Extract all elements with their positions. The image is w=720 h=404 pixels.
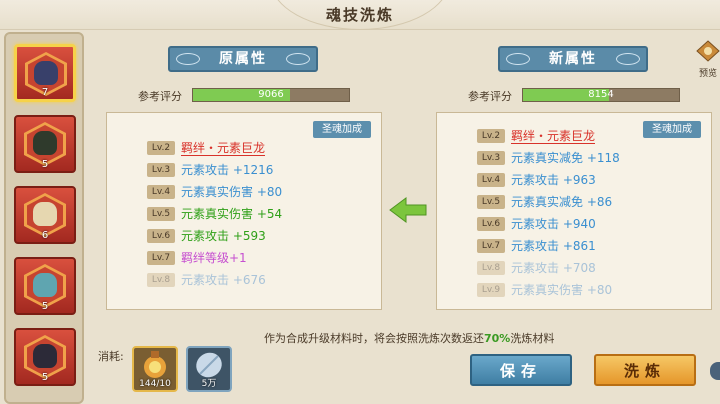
level-badge: Lv.8 [477, 260, 505, 275]
attribute-row: Lv.4 元素真实伤害 +80 [147, 183, 282, 201]
attribute-text: 羁绊等级+1 [181, 251, 247, 265]
attribute-row: Lv.6 元素攻击 +940 [477, 215, 596, 233]
attribute-row: Lv.8 元素攻击 +708 [477, 259, 596, 277]
attribute-row: Lv.6 元素攻击 +593 [147, 227, 266, 245]
level-badge: Lv.2 [147, 140, 175, 155]
level-badge: Lv.5 [147, 206, 175, 221]
attribute-text: 元素攻击 +676 [181, 273, 266, 287]
hero-avatar [33, 131, 57, 155]
hero-level: 5 [41, 301, 49, 312]
new-attributes-panel[interactable]: 圣魂加成 Lv.2 羁绊・元素巨龙 Lv.3 元素真实减免 +118 Lv.4 元素攻击 … [436, 112, 712, 310]
level-badge: Lv.4 [477, 172, 505, 187]
attribute-text: 元素攻击 +963 [511, 173, 596, 187]
page-title: 魂技洗炼 [325, 6, 394, 24]
original-score-bar: 9066 [192, 88, 350, 102]
attribute-text: 元素真实伤害 +54 [181, 207, 283, 221]
transfer-arrow-icon [389, 197, 427, 223]
refine-button[interactable]: 洗炼 [594, 354, 696, 386]
level-badge: Lv.3 [147, 162, 175, 177]
attribute-text: 元素攻击 +1216 [181, 163, 274, 177]
level-badge: Lv.3 [477, 150, 505, 165]
hero-level: 5 [41, 372, 49, 383]
refine-material-item[interactable]: 144/10 [132, 346, 178, 392]
attribute-text: 元素真实减免 +86 [511, 195, 613, 209]
attribute-text: 元素真实伤害 +80 [511, 283, 613, 297]
preview-button[interactable]: 预览 [696, 40, 720, 79]
level-badge: Lv.8 [147, 272, 175, 287]
level-badge: Lv.2 [477, 128, 505, 143]
new-score-value: 8154 [588, 89, 614, 100]
ornament-icon [616, 53, 640, 65]
level-badge: Lv.4 [147, 184, 175, 199]
attribute-row: Lv.5 元素真实伤害 +54 [147, 205, 282, 223]
original-attributes-header: 原属性 [168, 46, 318, 72]
attribute-row: Lv.8 元素攻击 +676 [147, 271, 266, 289]
hero-roster: 7 5 6 5 5 [4, 32, 84, 404]
attribute-row: Lv.9 元素真实伤害 +80 [477, 281, 612, 299]
level-badge: Lv.7 [147, 250, 175, 265]
new-attributes-header: 新属性 [498, 46, 648, 72]
level-badge: Lv.6 [477, 216, 505, 231]
hero-slot[interactable]: 6 [14, 186, 76, 244]
score-label: 参考评分 [468, 90, 512, 103]
preview-icon [696, 40, 720, 62]
soul-bonus-button[interactable]: 圣魂加成 [313, 121, 371, 138]
attribute-row: Lv.5 元素真实减免 +86 [477, 193, 612, 211]
hero-level: 5 [41, 159, 49, 170]
original-score-value: 9066 [258, 89, 284, 100]
attribute-row: Lv.3 元素攻击 +1216 [147, 161, 273, 179]
attribute-text: 元素攻击 +940 [511, 217, 596, 231]
top-bar: 魂技洗炼 [0, 0, 720, 30]
ornament-icon [286, 53, 310, 65]
save-button[interactable]: 保存 [470, 354, 572, 386]
attribute-text: 元素攻击 +861 [511, 239, 596, 253]
new-score-bar: 8154 [522, 88, 680, 102]
hero-avatar [33, 202, 57, 226]
hero-slot[interactable]: 5 [14, 328, 76, 386]
currency-item[interactable]: 5万 [186, 346, 232, 392]
level-badge: Lv.5 [477, 194, 505, 209]
soul-bonus-button[interactable]: 圣魂加成 [643, 121, 701, 138]
original-attributes-panel[interactable]: 圣魂加成 Lv.2 羁绊・元素巨龙 Lv.3 元素攻击 +1216 Lv.4 元素真实伤害… [106, 112, 382, 310]
score-label: 参考评分 [138, 90, 182, 103]
attribute-text: 元素攻击 +708 [511, 261, 596, 275]
attribute-text: 元素真实伤害 +80 [181, 185, 283, 199]
currency-count: 5万 [201, 379, 217, 389]
material-count: 144/10 [139, 379, 171, 389]
hero-slot[interactable]: 7 [14, 44, 76, 102]
attribute-row: Lv.2 羁绊・元素巨龙 [147, 139, 266, 157]
hero-avatar [33, 273, 57, 297]
hero-avatar [34, 61, 58, 85]
hero-level: 6 [41, 230, 49, 241]
attribute-row: Lv.2 羁绊・元素巨龙 [477, 127, 596, 145]
hero-slot[interactable]: 5 [14, 257, 76, 315]
hero-slot[interactable]: 5 [14, 115, 76, 173]
attribute-row: Lv.4 元素攻击 +963 [477, 171, 596, 189]
level-badge: Lv.9 [477, 282, 505, 297]
level-badge: Lv.6 [147, 228, 175, 243]
side-tab-handle[interactable] [710, 362, 720, 380]
attribute-text: 元素攻击 +593 [181, 229, 266, 243]
attribute-text: 羁绊・元素巨龙 [511, 129, 596, 144]
preview-label: 预览 [698, 69, 717, 79]
ornament-icon [176, 53, 200, 65]
attribute-row: Lv.7 羁绊等级+1 [147, 249, 247, 267]
hero-level: 7 [41, 87, 49, 98]
refine-note: 作为合成升级材料时，将会按照洗炼次数返还70%洗炼材料 [264, 332, 555, 345]
consume-label: 消耗: [98, 350, 124, 363]
attribute-text: 元素真实减免 +118 [511, 151, 620, 165]
potion-icon [144, 351, 166, 378]
level-badge: Lv.7 [477, 238, 505, 253]
hero-avatar [33, 344, 57, 368]
ornament-icon [506, 53, 530, 65]
attribute-row: Lv.7 元素攻击 +861 [477, 237, 596, 255]
attribute-row: Lv.3 元素真实减免 +118 [477, 149, 620, 167]
attribute-text: 羁绊・元素巨龙 [181, 141, 266, 156]
